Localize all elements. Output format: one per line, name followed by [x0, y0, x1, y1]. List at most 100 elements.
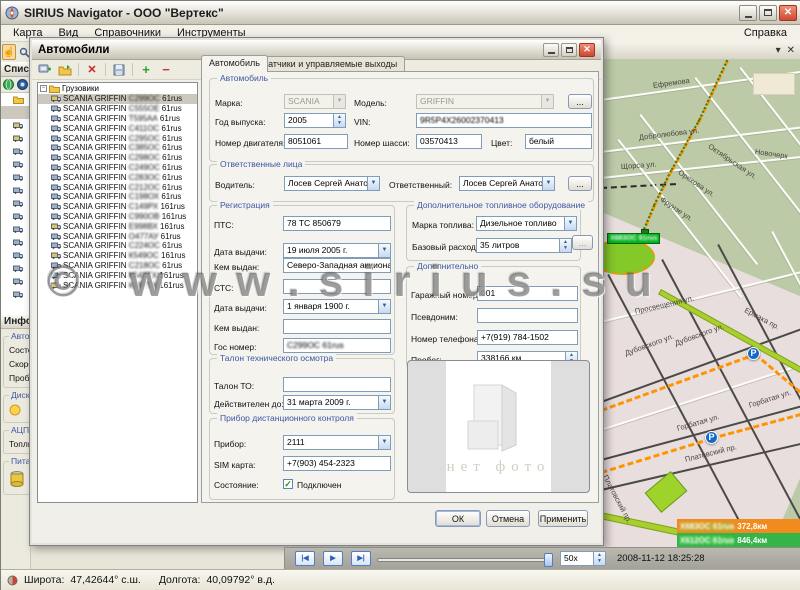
delete-button[interactable]: ✕ — [83, 62, 101, 78]
map-close-icon[interactable]: ✕ — [787, 45, 795, 56]
group-device: Прибор дистанционного контроля Прибор: 2… — [209, 418, 395, 500]
tree-item-vehicle[interactable]: SCANIA GRIFFIN С298ОС 61rus — [38, 153, 197, 163]
chassis-number-field[interactable]: 03570413 — [416, 134, 482, 149]
tree-item-vehicle[interactable]: SCANIA GRIFFIN Т595АА 61rus — [38, 114, 197, 124]
responsible-combo[interactable]: Лосев Сергей Анатоль▼ — [459, 176, 555, 191]
skip-forward-icon: ▶| — [357, 555, 364, 562]
tree-root-group[interactable]: − Грузовики — [38, 83, 197, 94]
model-combo[interactable]: GRIFFIN▼ — [416, 94, 554, 109]
color-field[interactable]: белый — [525, 134, 592, 149]
tree-item-vehicle[interactable]: SCANIA GRIFFIN О477АУ 61rus — [38, 231, 197, 241]
tree-item-vehicle[interactable]: SCANIA GRIFFIN С283ОС 61rus — [38, 172, 197, 182]
spinner-arrows-icon[interactable]: ▲▼ — [593, 552, 605, 565]
group-registration: Регистрация ПТС: 78 ТС 850679 Дата выдач… — [209, 205, 395, 355]
tree-item-vehicle[interactable]: SCANIA GRIFFIN С218ОС 61rus — [38, 261, 197, 271]
info-group-car: Автомобиль СостояниеСкоростьПробег — [3, 336, 31, 388]
delete-icon: ✕ — [87, 63, 96, 76]
fuel-base-spinner[interactable]: 35 литров▲▼ — [476, 238, 572, 253]
sim-card-field[interactable]: +7(903) 454-2323 — [283, 456, 391, 471]
apply-button[interactable]: Применить — [538, 510, 588, 527]
gos-number-field[interactable]: С299ОС 61rus — [283, 338, 391, 353]
connected-checkbox[interactable]: ✓ — [283, 479, 293, 489]
maximize-icon — [566, 47, 573, 53]
play-button[interactable]: ▶ — [323, 551, 343, 566]
phone-field[interactable]: +7(919) 784-1502 — [477, 330, 578, 345]
ok-button[interactable]: ОК — [435, 510, 481, 527]
tree-item-vehicle[interactable]: SCANIA GRIFFIN С295ОС 61rus — [38, 133, 197, 143]
add-group-button[interactable] — [56, 62, 74, 78]
garage-number-field[interactable]: 001 — [477, 286, 578, 301]
dialog-close-button[interactable]: ✕ — [579, 43, 595, 57]
tree-item-vehicle[interactable]: SCANIA GRIFFIN С224ОС 61rus — [38, 241, 197, 251]
tab-sensors[interactable]: Датчики и управляемые выходы — [254, 56, 405, 72]
fuel-brand-combo[interactable]: Дизельное топливо▼ — [476, 216, 577, 231]
tree-item-vehicle[interactable]: SCANIA GRIFFIN С249ОС 61rus — [38, 163, 197, 173]
add-vehicle-button[interactable] — [36, 62, 54, 78]
save-button[interactable] — [110, 62, 128, 78]
restore-button[interactable] — [759, 5, 777, 21]
minimize-button[interactable] — [739, 5, 757, 21]
model-more-button[interactable]: ... — [568, 94, 592, 109]
tree-item-vehicle[interactable]: SCANIA GRIFFIN К597ТХ 161rus — [38, 280, 197, 290]
pts-date-combo[interactable]: 19 июля 2005 г.▼ — [283, 243, 391, 258]
skip-forward-button[interactable]: ▶| — [351, 551, 371, 566]
vin-field[interactable]: 9R5P4X26002370413 — [416, 113, 592, 128]
tree-item-vehicle[interactable]: SCANIA GRIFFIN С198ОХ 61rus — [38, 192, 197, 202]
tree-item-vehicle[interactable]: SCANIA GRIFFIN С212ОС 61rus — [38, 182, 197, 192]
valid-until-combo[interactable]: 31 марта 2009 г.▼ — [283, 395, 391, 410]
tree-item-vehicle[interactable]: SCANIA GRIFFIN С385ОС 61rus — [38, 143, 197, 153]
parking-marker[interactable]: P — [705, 431, 718, 444]
close-button[interactable]: ✕ — [779, 5, 797, 21]
slider-thumb[interactable] — [544, 553, 553, 567]
collapse-box-icon[interactable]: − — [40, 85, 47, 92]
sts-date-combo[interactable]: 1 января 1900 г.▼ — [283, 299, 391, 314]
talon-field[interactable] — [283, 377, 391, 392]
vehicle-tree[interactable]: − Грузовики SCANIA GRIFFIN С299ОС 61rusS… — [37, 82, 198, 503]
tree-item-vehicle[interactable]: SCANIA GRIFFIN К549ОС 161rus — [38, 251, 197, 261]
vehicle-map-label[interactable]: Х683ОС 61rus — [607, 233, 660, 244]
fuel-more-button[interactable]: ... — [572, 235, 593, 250]
tree-item-vehicle[interactable]: SCANIA GRIFFIN С411ОС 61rus — [38, 123, 197, 133]
dialog-minimize-button[interactable] — [543, 43, 559, 57]
driver-combo[interactable]: Лосев Сергей Анатоль▼ — [284, 176, 380, 191]
spinner-arrows-icon[interactable]: ▲▼ — [559, 239, 571, 252]
tree-item-vehicle[interactable]: SCANIA GRIFFIN С555ОЕ 61rus — [38, 104, 197, 114]
collapse-all-button[interactable]: − — [157, 62, 175, 78]
tree-item-vehicle[interactable]: SCANIA GRIFFIN Е998ВХ 161rus — [38, 221, 197, 231]
speed-spinner[interactable]: 50x▲▼ — [560, 551, 606, 566]
chevron-down-icon: ▼ — [367, 177, 379, 190]
globe-blue-icon[interactable] — [17, 79, 28, 90]
pts-field[interactable]: 78 ТС 850679 — [283, 216, 391, 231]
sts-field[interactable] — [283, 279, 391, 294]
legend-row-green: Х612ОС 61rus 846,4км — [677, 533, 800, 547]
dialog-maximize-button[interactable] — [561, 43, 577, 57]
cancel-button[interactable]: Отмена — [486, 510, 530, 527]
status-bar: Широта: 47,42644° с.ш. Долгота: 40,09792… — [1, 569, 800, 590]
tree-item-vehicle[interactable]: SCANIA GRIFFIN С990ОВ 161rus — [38, 212, 197, 222]
engine-number-field[interactable]: 8051061 — [284, 134, 348, 149]
empty-folder-icon — [464, 375, 534, 455]
group-fuel: Дополнительное топливное оборудование Ма… — [406, 205, 581, 261]
tab-vehicle[interactable]: Автомобиль — [201, 55, 268, 72]
legend-row-orange: Х683ОС 61rus 372,8км — [677, 519, 800, 533]
sts-issued-field[interactable] — [283, 319, 391, 334]
parking-marker[interactable]: P — [747, 347, 760, 360]
pts-issued-field[interactable]: Северо-Западная акционая т — [283, 258, 391, 273]
spinner-arrows-icon[interactable]: ▲▼ — [333, 114, 345, 127]
menu-help[interactable]: Справка — [734, 26, 797, 40]
timeline-slider[interactable] — [377, 558, 549, 562]
alias-field[interactable] — [477, 308, 578, 323]
year-spinner[interactable]: 2005▲▼ — [284, 113, 346, 128]
tree-item-vehicle[interactable]: SCANIA GRIFFIN К547ТХ 161rus — [38, 270, 197, 280]
expand-all-button[interactable]: + — [137, 62, 155, 78]
tree-item-vehicle[interactable]: SCANIA GRIFFIN С299ОС 61rus — [38, 94, 197, 104]
map-dropdown-icon[interactable]: ▾ — [776, 45, 781, 56]
map-canvas[interactable]: Х683ОС 61rus P P ЕфремоваДобролюбова ул.… — [601, 59, 800, 549]
persons-more-button[interactable]: ... — [568, 176, 592, 191]
brand-combo[interactable]: SCANIA▼ — [284, 94, 346, 109]
device-combo[interactable]: 2111▼ — [283, 435, 391, 450]
globe-green-icon[interactable] — [3, 79, 14, 90]
skip-back-button[interactable]: |◀ — [295, 551, 315, 566]
tree-item-vehicle[interactable]: SCANIA GRIFFIN С149РХ 161rus — [38, 202, 197, 212]
pan-tool-button[interactable]: ☝ — [2, 44, 16, 60]
